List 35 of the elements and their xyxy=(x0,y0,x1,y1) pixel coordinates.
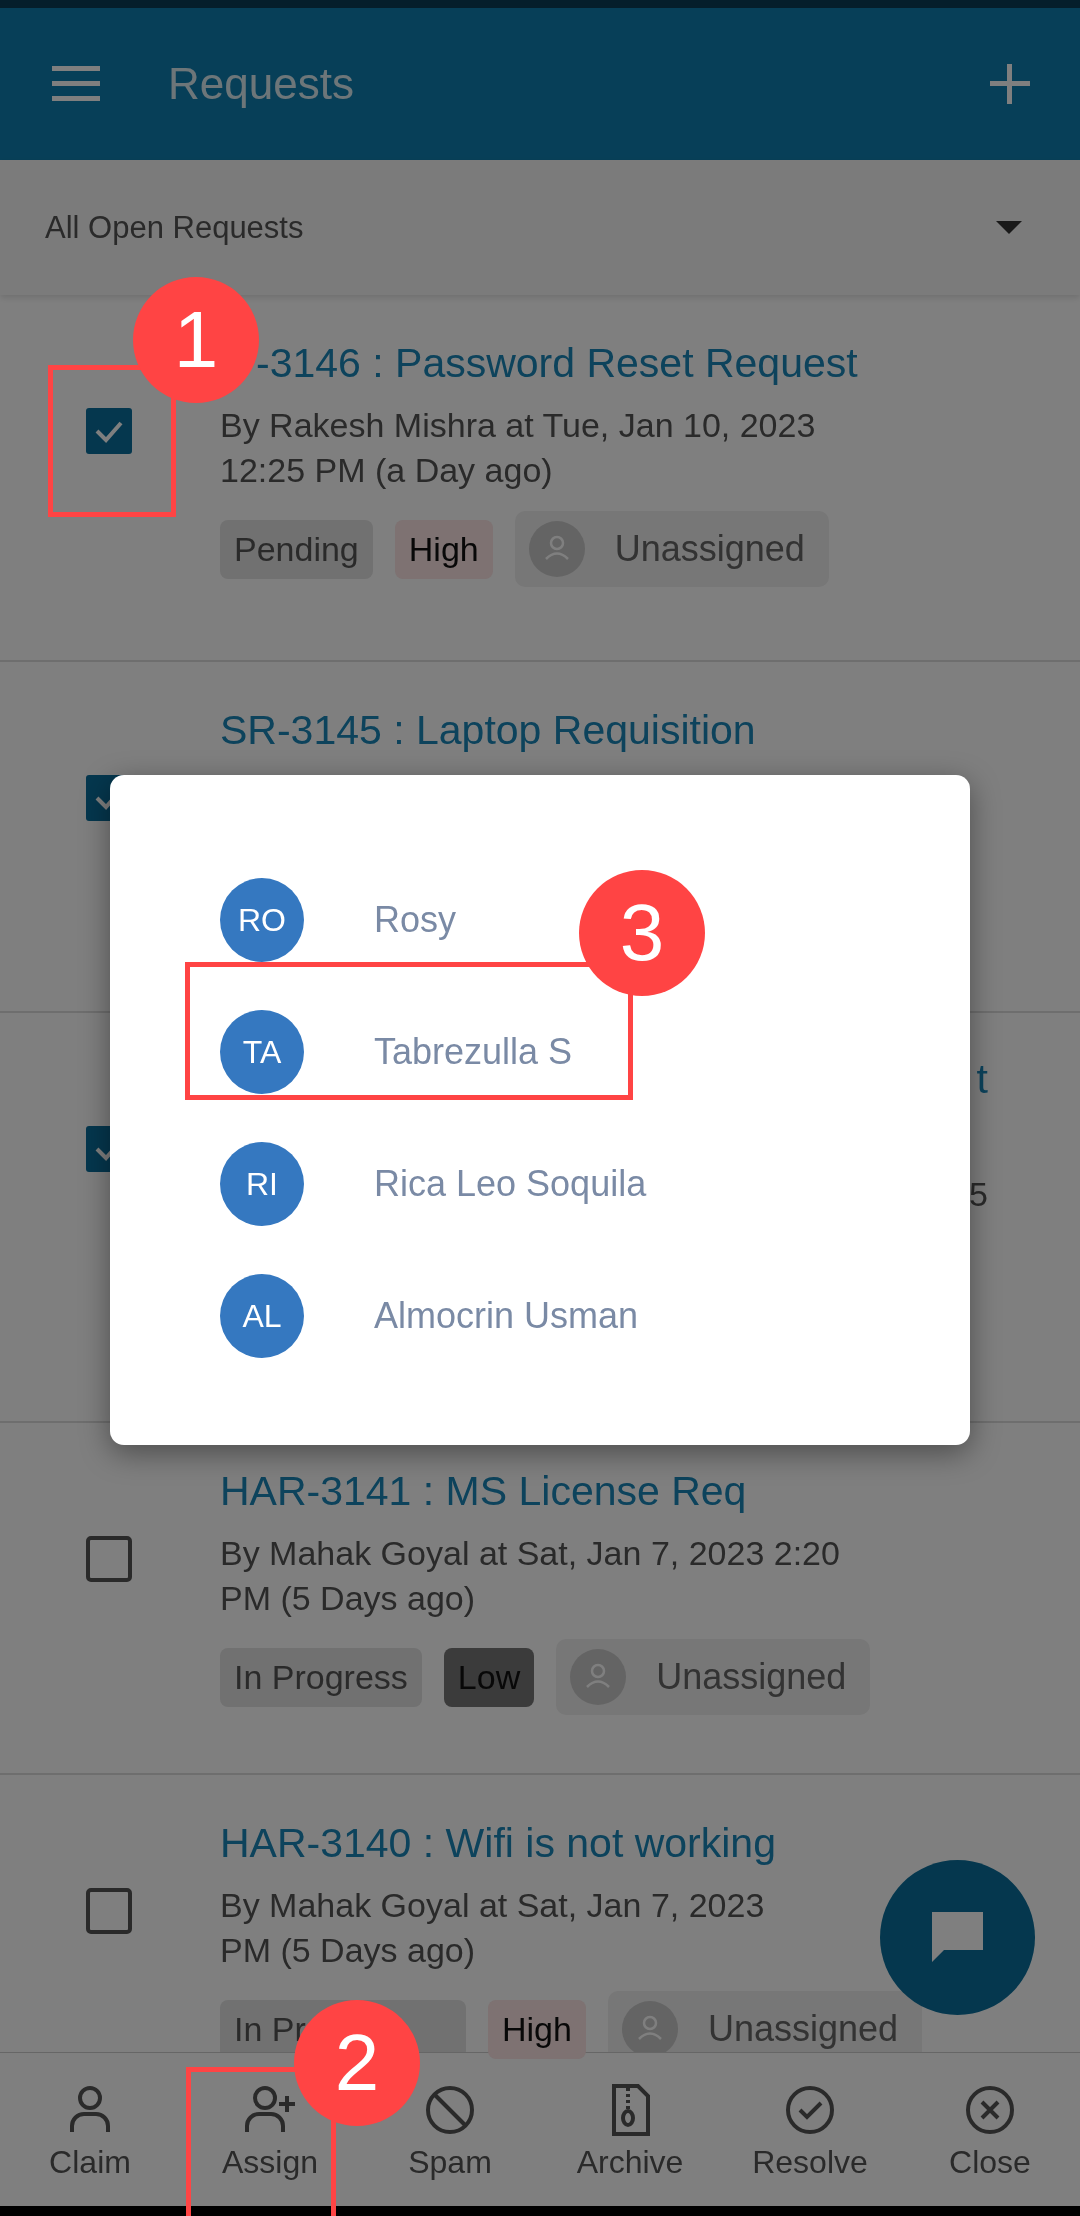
filter-dropdown[interactable]: All Open Requests xyxy=(0,160,1080,295)
request-meta: By Mahak Goyal at Sat, Jan 7, 2023 PM (5 Days ago) xyxy=(220,1885,766,1971)
agent-avatar: RO xyxy=(220,878,304,962)
agent-avatar: RI xyxy=(220,1142,304,1226)
priority-tag: High xyxy=(488,1999,586,2059)
person-icon xyxy=(528,521,585,577)
checkbox[interactable] xyxy=(86,1536,132,1582)
assignee-chip[interactable]: Unassigned xyxy=(514,511,829,587)
request-title[interactable]: -3146 : Password Reset Request xyxy=(256,337,858,389)
request-title[interactable]: HAR-3140 : Wifi is not working xyxy=(220,1817,923,1869)
menu-icon[interactable] xyxy=(52,66,100,102)
request-title[interactable]: SR-3145 : Laptop Requisition xyxy=(220,704,756,756)
status-tag: Pending xyxy=(220,519,373,579)
request-title: t xyxy=(976,1055,988,1104)
chat-button[interactable] xyxy=(880,1860,1035,2015)
person-icon xyxy=(570,1649,627,1705)
request-meta: 5 xyxy=(969,1175,988,1214)
request-title[interactable]: HAR-3141 : MS License Req xyxy=(220,1465,871,1517)
add-icon[interactable] xyxy=(990,64,1030,104)
priority-tag: High xyxy=(394,519,493,579)
agent-option[interactable]: RI Rica Leo Soquila xyxy=(220,1118,647,1250)
agent-option[interactable]: RO Rosy xyxy=(220,854,457,986)
assignee-chip[interactable]: Unassigned xyxy=(556,1639,871,1715)
caret-icon xyxy=(996,221,1022,234)
step-number-badge: 1 xyxy=(133,277,259,403)
screen-title: Requests xyxy=(168,59,355,109)
agent-avatar: AL xyxy=(220,1274,304,1358)
checkbox[interactable] xyxy=(86,1888,132,1934)
agent-option[interactable]: AL Almocrin Usman xyxy=(220,1250,639,1382)
request-meta: By Mahak Goyal at Sat, Jan 7, 2023 2:20 PM (5 Days ago) xyxy=(220,1533,841,1619)
checkbox[interactable] xyxy=(86,408,132,454)
request-meta: By Rakesh Mishra at Tue, Jan 10, 2023 12:25 PM (a Day ago) xyxy=(220,405,817,491)
status-tag: In Progress xyxy=(220,1647,422,1707)
agent-avatar: TA xyxy=(220,1010,304,1094)
agent-option[interactable]: TA Tabrezulla S xyxy=(220,986,573,1118)
